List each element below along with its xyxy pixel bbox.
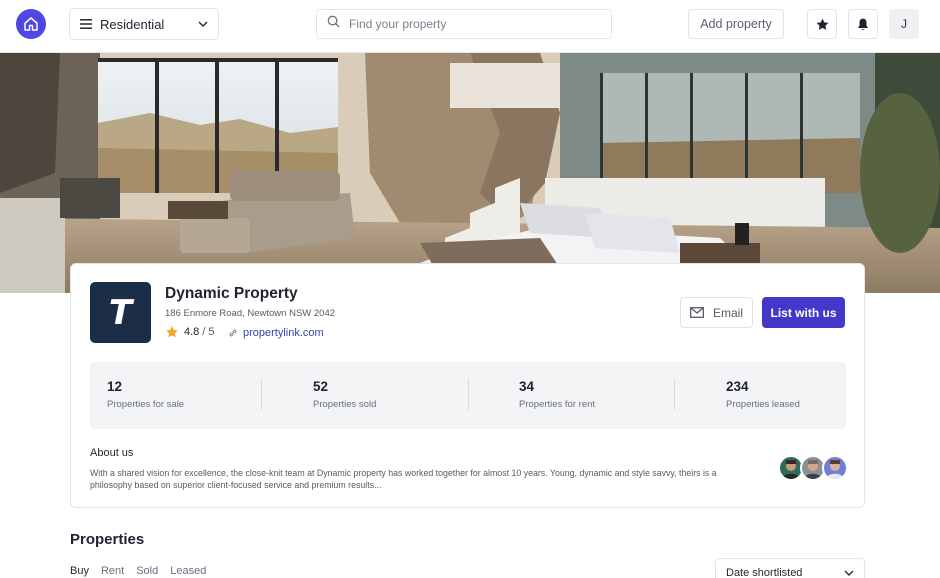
add-property-button[interactable]: Add property (688, 9, 784, 39)
tab-buy[interactable]: Buy (70, 565, 89, 577)
stat-sold: 52 Properties sold (296, 362, 485, 429)
email-button[interactable]: Email (680, 297, 753, 328)
agency-address: 186 Enmore Road, Newtown NSW 2042 (165, 308, 336, 319)
agency-name: Dynamic Property (165, 285, 298, 302)
notifications-button[interactable] (848, 9, 878, 39)
chevron-down-icon (844, 570, 854, 576)
stat-label: Properties leased (726, 399, 800, 410)
home-logo[interactable] (16, 9, 46, 39)
stat-for-sale: 12 Properties for sale (90, 362, 279, 429)
agency-rating: 4.8 / 5 (165, 325, 215, 339)
website-text: propertylink.com (243, 327, 324, 339)
sort-select[interactable]: Date shortlisted (715, 558, 865, 578)
property-type-select[interactable]: Residential (69, 8, 219, 40)
team-member-avatar[interactable] (822, 455, 848, 481)
hero-image (0, 53, 940, 293)
chevron-down-icon (198, 21, 208, 27)
stat-value: 52 (313, 379, 329, 394)
stat-divider (674, 378, 675, 410)
stat-label: Properties sold (313, 399, 377, 410)
tab-leased[interactable]: Leased (170, 565, 206, 577)
sort-value: Date shortlisted (726, 567, 803, 578)
agency-logo: T (90, 282, 151, 343)
search-input[interactable] (349, 17, 589, 31)
email-label: Email (712, 305, 743, 320)
stats-panel: 12 Properties for sale 52 Properties sol… (90, 362, 846, 429)
tab-rent[interactable]: Rent (101, 565, 124, 577)
favorites-button[interactable] (807, 9, 837, 39)
star-icon (816, 18, 828, 30)
star-icon (166, 326, 178, 338)
property-type-value: Residential (100, 16, 165, 32)
stat-value: 234 (726, 379, 749, 394)
stat-value: 34 (519, 379, 535, 394)
about-text: With a shared vision for excellence, the… (90, 468, 717, 490)
menu-icon (80, 19, 92, 29)
stat-for-rent: 34 Properties for rent (502, 362, 691, 429)
stat-value: 12 (107, 379, 123, 394)
agency-profile-card: T Dynamic Property 186 Enmore Road, Newt… (70, 263, 865, 508)
team-avatars[interactable] (778, 455, 848, 481)
stat-label: Properties for sale (107, 399, 185, 410)
list-with-us-button[interactable]: List with us (762, 297, 845, 328)
top-navigation: Residential Add property J (0, 0, 940, 53)
stat-label: Properties for rent (519, 399, 596, 410)
tab-sold[interactable]: Sold (136, 565, 158, 577)
search-box[interactable] (316, 9, 612, 39)
user-avatar-button[interactable]: J (889, 9, 919, 39)
link-icon (229, 329, 237, 337)
bell-icon (858, 18, 868, 30)
rating-value: 4.8 (184, 326, 200, 338)
properties-heading: Properties (70, 531, 145, 548)
stat-divider (468, 378, 469, 410)
stat-leased: 234 Properties leased (709, 362, 898, 429)
home-icon (24, 17, 38, 31)
website-link[interactable]: propertylink.com (228, 327, 324, 339)
about-heading: About us (90, 447, 134, 459)
search-icon (327, 15, 340, 33)
rating-max: / 5 (202, 326, 215, 338)
stat-divider (261, 378, 262, 410)
property-tabs: Buy Rent Sold Leased (70, 565, 218, 577)
mail-icon (690, 307, 704, 318)
